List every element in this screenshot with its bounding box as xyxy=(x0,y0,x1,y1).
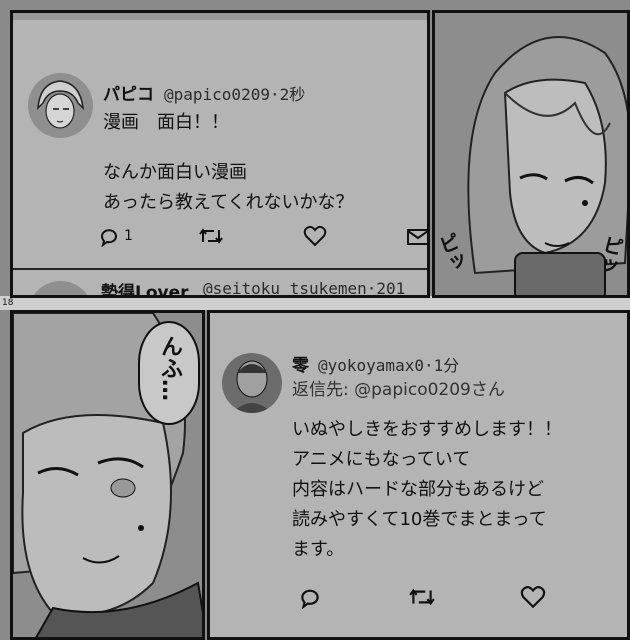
reply-icon xyxy=(301,589,319,609)
tweet2-name[interactable]: 勢得Lover xyxy=(101,278,189,295)
tweet3-line5: ます。 xyxy=(292,539,345,560)
art-panel-top-right: ピッ ピッ xyxy=(432,10,630,298)
divider xyxy=(13,268,427,270)
tweet3-retweet-button[interactable] xyxy=(408,585,436,609)
tweet1-retweet-button[interactable] xyxy=(198,225,224,247)
tweet3-reply-button[interactable] xyxy=(298,585,322,609)
tweet3-handle[interactable]: @yokoyamax0·1分 xyxy=(318,352,459,376)
like-icon xyxy=(520,586,546,609)
page-number: 18 xyxy=(2,298,14,308)
art-panel-bottom-left: んふ… xyxy=(10,310,205,640)
tweet-panel-bottom: 零 @yokoyamax0·1分 返信先: @papico0209さん いぬやし… xyxy=(207,310,630,640)
previous-tweet-edge xyxy=(13,13,427,20)
tweet1-reply-count: 1 xyxy=(124,228,133,244)
tweet1-line3: あったら教えてくれないかな？ xyxy=(103,192,354,213)
tweet3-line4: 読みやすくて10巻でまとまって xyxy=(292,509,547,530)
tweet3-line3: 内容はハードな部分もあるけど xyxy=(292,479,544,500)
retweet-icon xyxy=(409,588,435,606)
tweet1-handle[interactable]: @papico0209·2秒 xyxy=(164,81,305,105)
tweet1-name[interactable]: パピコ xyxy=(103,80,154,105)
mail-icon xyxy=(407,229,427,245)
tweet1-like-button[interactable] xyxy=(303,225,327,247)
tweet3-line1: いぬやしきをおすすめします！！ xyxy=(292,419,562,440)
tweet1-reply-button[interactable]: 1 xyxy=(98,225,133,247)
gutter xyxy=(0,296,630,310)
retweet-icon xyxy=(199,228,223,244)
tweet1-time: ·2秒 xyxy=(269,85,306,104)
tweet1-line1: 漫画 面白！！ xyxy=(103,112,229,133)
reply-icon xyxy=(100,229,117,247)
papico-avatar[interactable] xyxy=(28,73,93,138)
tweet1-line2: なんか面白い漫画 xyxy=(103,162,247,183)
tweet3-like-button[interactable] xyxy=(520,585,546,609)
tweet1-message-button[interactable] xyxy=(406,227,427,247)
tweet2-handle[interactable]: @seitoku_tsukemen·201 xyxy=(203,279,405,295)
tweet-panel-top: パピコ @papico0209·2秒 漫画 面白！！ なんか面白い漫画 あったら… xyxy=(10,10,430,298)
seitoku-avatar[interactable] xyxy=(28,281,93,295)
tweet3-reply-to[interactable]: 返信先: @papico0209さん xyxy=(292,375,505,405)
tweet3-name[interactable]: 零 xyxy=(292,351,309,376)
tweet3-time: ·1分 xyxy=(423,356,460,375)
rei-avatar[interactable] xyxy=(222,353,282,413)
like-icon xyxy=(303,225,327,247)
tweet3-line2: アニメにもなっていて xyxy=(292,449,471,470)
speech-bubble-text: んふ… xyxy=(157,335,182,401)
